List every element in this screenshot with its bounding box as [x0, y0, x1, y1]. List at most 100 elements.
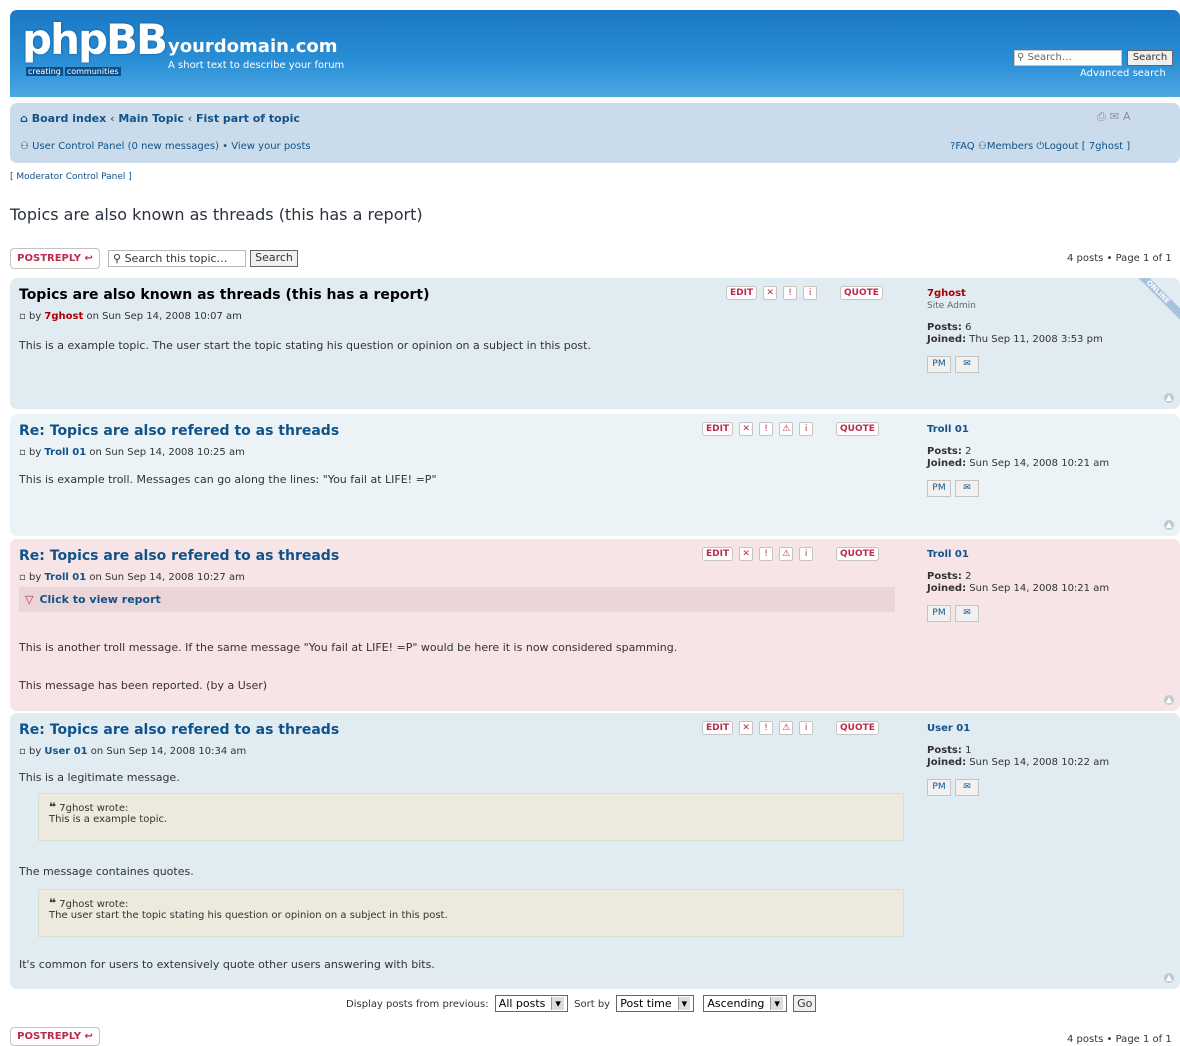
report-link-label: Click to view report — [39, 593, 161, 606]
back-to-top-icon[interactable]: ▲ — [1164, 393, 1174, 403]
email-icon[interactable]: ✉ — [955, 605, 979, 622]
report-icon[interactable]: ! — [759, 547, 774, 561]
quote-button[interactable]: QUOTE — [839, 286, 883, 300]
info-icon[interactable]: i — [803, 286, 818, 300]
phpbb-logo[interactable]: phpBB creating communities — [22, 15, 168, 81]
post-reply-button[interactable]: POSTREPLY ↩ — [10, 248, 100, 269]
profile-username[interactable]: Troll 01 — [927, 424, 1109, 436]
quote-author: ❝ 7ghost wrote: — [49, 800, 893, 814]
info-icon[interactable]: i — [799, 721, 814, 735]
site-name[interactable]: yourdomain.com — [168, 36, 338, 57]
sort-direction-select[interactable]: Ascending ▾ — [703, 995, 787, 1012]
report-icon[interactable]: ! — [783, 286, 798, 300]
profile-username[interactable]: User 01 — [927, 723, 1109, 735]
posts-label: Posts: — [927, 745, 962, 756]
profile-joined: Joined: Sun Sep 14, 2008 10:22 am — [927, 757, 1109, 769]
quote-button[interactable]: QUOTE — [835, 721, 879, 735]
email-icon[interactable]: ✉ — [955, 356, 979, 373]
user-menu-right: ?FAQ ⚇Members ⏻Logout [ 7ghost ] — [950, 141, 1130, 152]
info-icon[interactable]: i — [799, 547, 814, 561]
post-profile: Troll 01 Posts: 2 Joined: Sun Sep 14, 20… — [927, 424, 1109, 497]
print-icon[interactable]: ⎙ — [1097, 110, 1110, 123]
profile-rank: Site Admin — [927, 301, 976, 311]
quote-text: The user start the topic stating his que… — [49, 910, 448, 921]
report-icon[interactable]: ! — [759, 422, 774, 436]
edit-button[interactable]: EDIT — [726, 286, 758, 300]
members-link[interactable]: Members — [987, 141, 1033, 152]
logout-link[interactable]: Logout [ 7ghost ] — [1044, 141, 1130, 152]
edit-button[interactable]: EDIT — [702, 547, 734, 561]
post-author[interactable]: User 01 — [44, 746, 87, 757]
post-4: Re: Topics are also refered to as thread… — [10, 713, 1180, 989]
posts-count[interactable]: 6 — [965, 322, 971, 333]
email-topic-icon[interactable]: ✉ — [1110, 110, 1123, 123]
warn-icon[interactable]: ⚠ — [779, 721, 794, 735]
sort-key-select[interactable]: Post time ▾ — [616, 995, 695, 1012]
pm-button[interactable]: PM — [927, 480, 951, 497]
email-icon[interactable]: ✉ — [955, 779, 979, 796]
back-to-top-icon[interactable]: ▲ — [1164, 973, 1174, 983]
post-reply-button-bottom[interactable]: POSTREPLY ↩ — [10, 1027, 100, 1046]
topic-title[interactable]: Topics are also known as threads (this h… — [10, 205, 423, 224]
posts-count[interactable]: 2 — [965, 571, 971, 582]
info-icon[interactable]: i — [799, 422, 814, 436]
topic-search-input[interactable]: ⚲ Search this topic… — [108, 250, 246, 267]
crumb-fist-part[interactable]: Fist part of topic — [196, 112, 300, 125]
members-icon: ⚇ — [977, 141, 987, 152]
profile-posts: Posts: 6 — [927, 322, 1103, 334]
quote-button[interactable]: QUOTE — [835, 547, 879, 561]
crumb-main-topic[interactable]: Main Topic — [118, 112, 184, 125]
pm-button[interactable]: PM — [927, 605, 951, 622]
search-input[interactable]: ⚲ Search… — [1014, 50, 1122, 66]
quote-block: ❝ 7ghost wrote: The user start the topic… — [38, 889, 904, 937]
search-button[interactable]: Search — [1127, 50, 1173, 66]
delete-icon[interactable]: ✕ — [739, 721, 754, 735]
faq-link[interactable]: FAQ — [955, 141, 974, 152]
new-messages-link[interactable]: (0 new messages) — [128, 141, 219, 152]
back-to-top-icon[interactable]: ▲ — [1164, 520, 1174, 530]
pm-button[interactable]: PM — [927, 356, 951, 373]
post-2: Re: Topics are also refered to as thread… — [10, 414, 1180, 536]
report-icon[interactable]: ! — [759, 721, 774, 735]
profile-username[interactable]: 7ghost — [927, 288, 1103, 300]
pm-button[interactable]: PM — [927, 779, 951, 796]
period-select[interactable]: All posts ▾ — [494, 995, 568, 1012]
post-title[interactable]: Re: Topics are also refered to as thread… — [19, 548, 339, 564]
warn-icon[interactable]: ⚠ — [779, 422, 794, 436]
back-to-top-icon[interactable]: ▲ — [1164, 695, 1174, 705]
posts-count[interactable]: 1 — [965, 745, 971, 756]
post-content: This is a example topic. The user start … — [19, 339, 591, 352]
edit-button[interactable]: EDIT — [702, 422, 734, 436]
email-icon[interactable]: ✉ — [955, 480, 979, 497]
delete-icon[interactable]: ✕ — [739, 422, 754, 436]
topic-search-button[interactable]: Search — [250, 250, 298, 267]
moderator-control-panel-link[interactable]: [ Moderator Control Panel ] — [10, 172, 132, 182]
view-posts-link[interactable]: View your posts — [231, 141, 310, 152]
advanced-search-link[interactable]: Advanced search — [1080, 68, 1166, 79]
ucp-link[interactable]: User Control Panel — [32, 141, 124, 152]
view-report-link[interactable]: ▽ Click to view report — [19, 587, 895, 612]
posts-count[interactable]: 2 — [965, 446, 971, 457]
sort-key-value: Post time — [620, 997, 672, 1010]
logo-sub-1: creating — [26, 67, 63, 76]
delete-icon[interactable]: ✕ — [763, 286, 778, 300]
crumb-board-index[interactable]: Board index — [32, 112, 107, 125]
warn-icon[interactable]: ⚠ — [779, 547, 794, 561]
quote-button[interactable]: QUOTE — [835, 422, 879, 436]
profile-username[interactable]: Troll 01 — [927, 549, 1109, 561]
post-content: This is a legitimate message. — [19, 771, 180, 784]
font-size-icon[interactable]: A — [1123, 110, 1135, 123]
post-reply-label: POSTREPLY — [17, 253, 81, 264]
edit-button[interactable]: EDIT — [702, 721, 734, 735]
delete-icon[interactable]: ✕ — [739, 547, 754, 561]
post-author[interactable]: Troll 01 — [44, 447, 86, 458]
post-buttons: EDIT ✕! i QUOTE — [726, 286, 889, 300]
go-button[interactable]: Go — [793, 995, 817, 1012]
post-title[interactable]: Topics are also known as threads (this h… — [19, 287, 430, 303]
post-icon: ▫ — [19, 311, 26, 322]
post-author-line: ▫ by Troll 01 on Sun Sep 14, 2008 10:25 … — [19, 447, 245, 458]
post-author[interactable]: Troll 01 — [44, 572, 86, 583]
post-author[interactable]: 7ghost — [44, 311, 83, 322]
post-title[interactable]: Re: Topics are also refered to as thread… — [19, 423, 339, 439]
post-title[interactable]: Re: Topics are also refered to as thread… — [19, 722, 339, 738]
